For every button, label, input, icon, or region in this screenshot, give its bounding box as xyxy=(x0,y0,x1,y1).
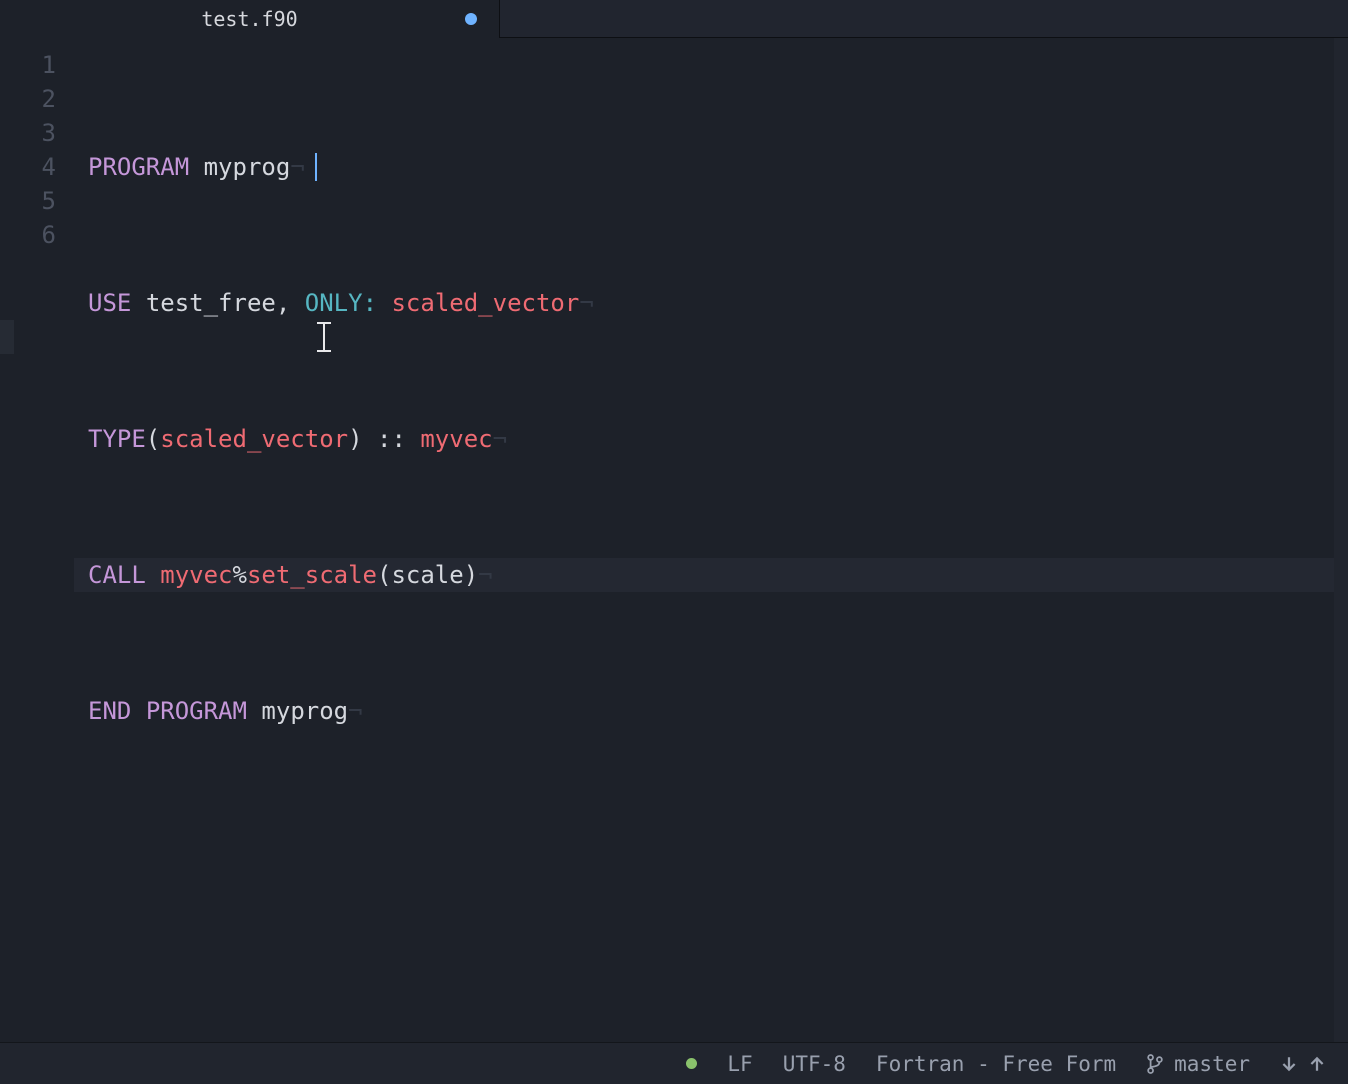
keyword: PROGRAM xyxy=(146,697,247,725)
keyword: USE xyxy=(88,289,131,317)
tab-bar-empty[interactable] xyxy=(500,0,1348,38)
code-line[interactable]: TYPE(scaled_vector) :: myvec¬ xyxy=(74,422,1348,456)
status-git-branch[interactable]: master xyxy=(1146,1052,1250,1076)
line-number-gutter: 1 2 3 4 5 6 xyxy=(14,38,74,1042)
punctuation: ( xyxy=(146,425,160,453)
keyword: ONLY xyxy=(305,289,363,317)
line-number[interactable]: 2 xyxy=(14,82,74,116)
vertical-scrollbar[interactable] xyxy=(1334,38,1348,1042)
identifier: myprog xyxy=(204,153,291,181)
arrow-down-icon xyxy=(1280,1055,1298,1073)
line-number[interactable]: 5 xyxy=(14,184,74,218)
code-line[interactable]: END PROGRAM myprog¬ xyxy=(74,694,1348,728)
punctuation: ) xyxy=(348,425,362,453)
arrow-up-icon xyxy=(1308,1055,1326,1073)
code-line[interactable]: CALL myvec%set_scale(scale)¬ xyxy=(74,558,1348,592)
status-text: Fortran - Free Form xyxy=(876,1052,1116,1076)
identifier: myvec xyxy=(160,561,232,589)
punctuation: ) xyxy=(464,561,478,589)
status-grammar[interactable]: Fortran - Free Form xyxy=(876,1052,1116,1076)
keyword: END xyxy=(88,697,131,725)
status-line-ending[interactable]: LF xyxy=(727,1052,752,1076)
unsaved-indicator-icon xyxy=(465,13,477,25)
mouse-cursor-icon xyxy=(317,322,331,352)
keyword: TYPE xyxy=(88,425,146,453)
clean-dot-icon xyxy=(686,1058,697,1069)
code-line[interactable] xyxy=(74,830,1348,864)
code-area[interactable]: PROGRAM myprog¬ USE test_free, ONLY: sca… xyxy=(74,38,1348,1042)
line-number[interactable]: 6 xyxy=(14,218,74,252)
code-line[interactable]: USE test_free, ONLY: scaled_vector¬ xyxy=(74,286,1348,320)
status-text: LF xyxy=(727,1052,752,1076)
type-name: scaled_vector xyxy=(391,289,579,317)
punctuation: :: xyxy=(363,425,421,453)
newline-icon: ¬ xyxy=(290,153,304,181)
newline-icon: ¬ xyxy=(579,289,593,317)
punctuation: : xyxy=(363,289,377,317)
editor[interactable]: 1 2 3 4 5 6 PROGRAM myprog¬ USE test_fre… xyxy=(0,38,1348,1042)
keyword: PROGRAM xyxy=(88,153,189,181)
punctuation: ( xyxy=(377,561,391,589)
keyword: CALL xyxy=(88,561,146,589)
tab-bar: test.f90 xyxy=(0,0,1348,38)
identifier: scale xyxy=(391,561,463,589)
status-encoding[interactable]: UTF-8 xyxy=(783,1052,846,1076)
identifier: test_free xyxy=(146,289,276,317)
status-text: UTF-8 xyxy=(783,1052,846,1076)
tab-test-f90[interactable]: test.f90 xyxy=(0,0,500,38)
punctuation: , xyxy=(276,289,290,317)
text-cursor xyxy=(315,153,317,181)
type-name: scaled_vector xyxy=(160,425,348,453)
git-branch-icon xyxy=(1146,1053,1164,1075)
method: s xyxy=(247,561,261,589)
newline-icon: ¬ xyxy=(478,561,492,589)
line-number[interactable]: 4 xyxy=(14,150,74,184)
line-number[interactable]: 3 xyxy=(14,116,74,150)
identifier: myvec xyxy=(420,425,492,453)
newline-icon: ¬ xyxy=(493,425,507,453)
newline-icon: ¬ xyxy=(348,697,362,725)
status-text: master xyxy=(1174,1052,1250,1076)
code-line[interactable]: PROGRAM myprog¬ xyxy=(74,150,1348,184)
status-git-sync[interactable] xyxy=(1280,1055,1326,1073)
status-bar: LF UTF-8 Fortran - Free Form master xyxy=(0,1042,1348,1084)
status-file-dot[interactable] xyxy=(686,1058,697,1069)
tab-title: test.f90 xyxy=(173,7,325,31)
line-number[interactable]: 1 xyxy=(14,48,74,82)
operator: % xyxy=(233,561,247,589)
identifier: myprog xyxy=(261,697,348,725)
fold-gutter xyxy=(0,38,14,1042)
method: et_scale xyxy=(261,561,377,589)
